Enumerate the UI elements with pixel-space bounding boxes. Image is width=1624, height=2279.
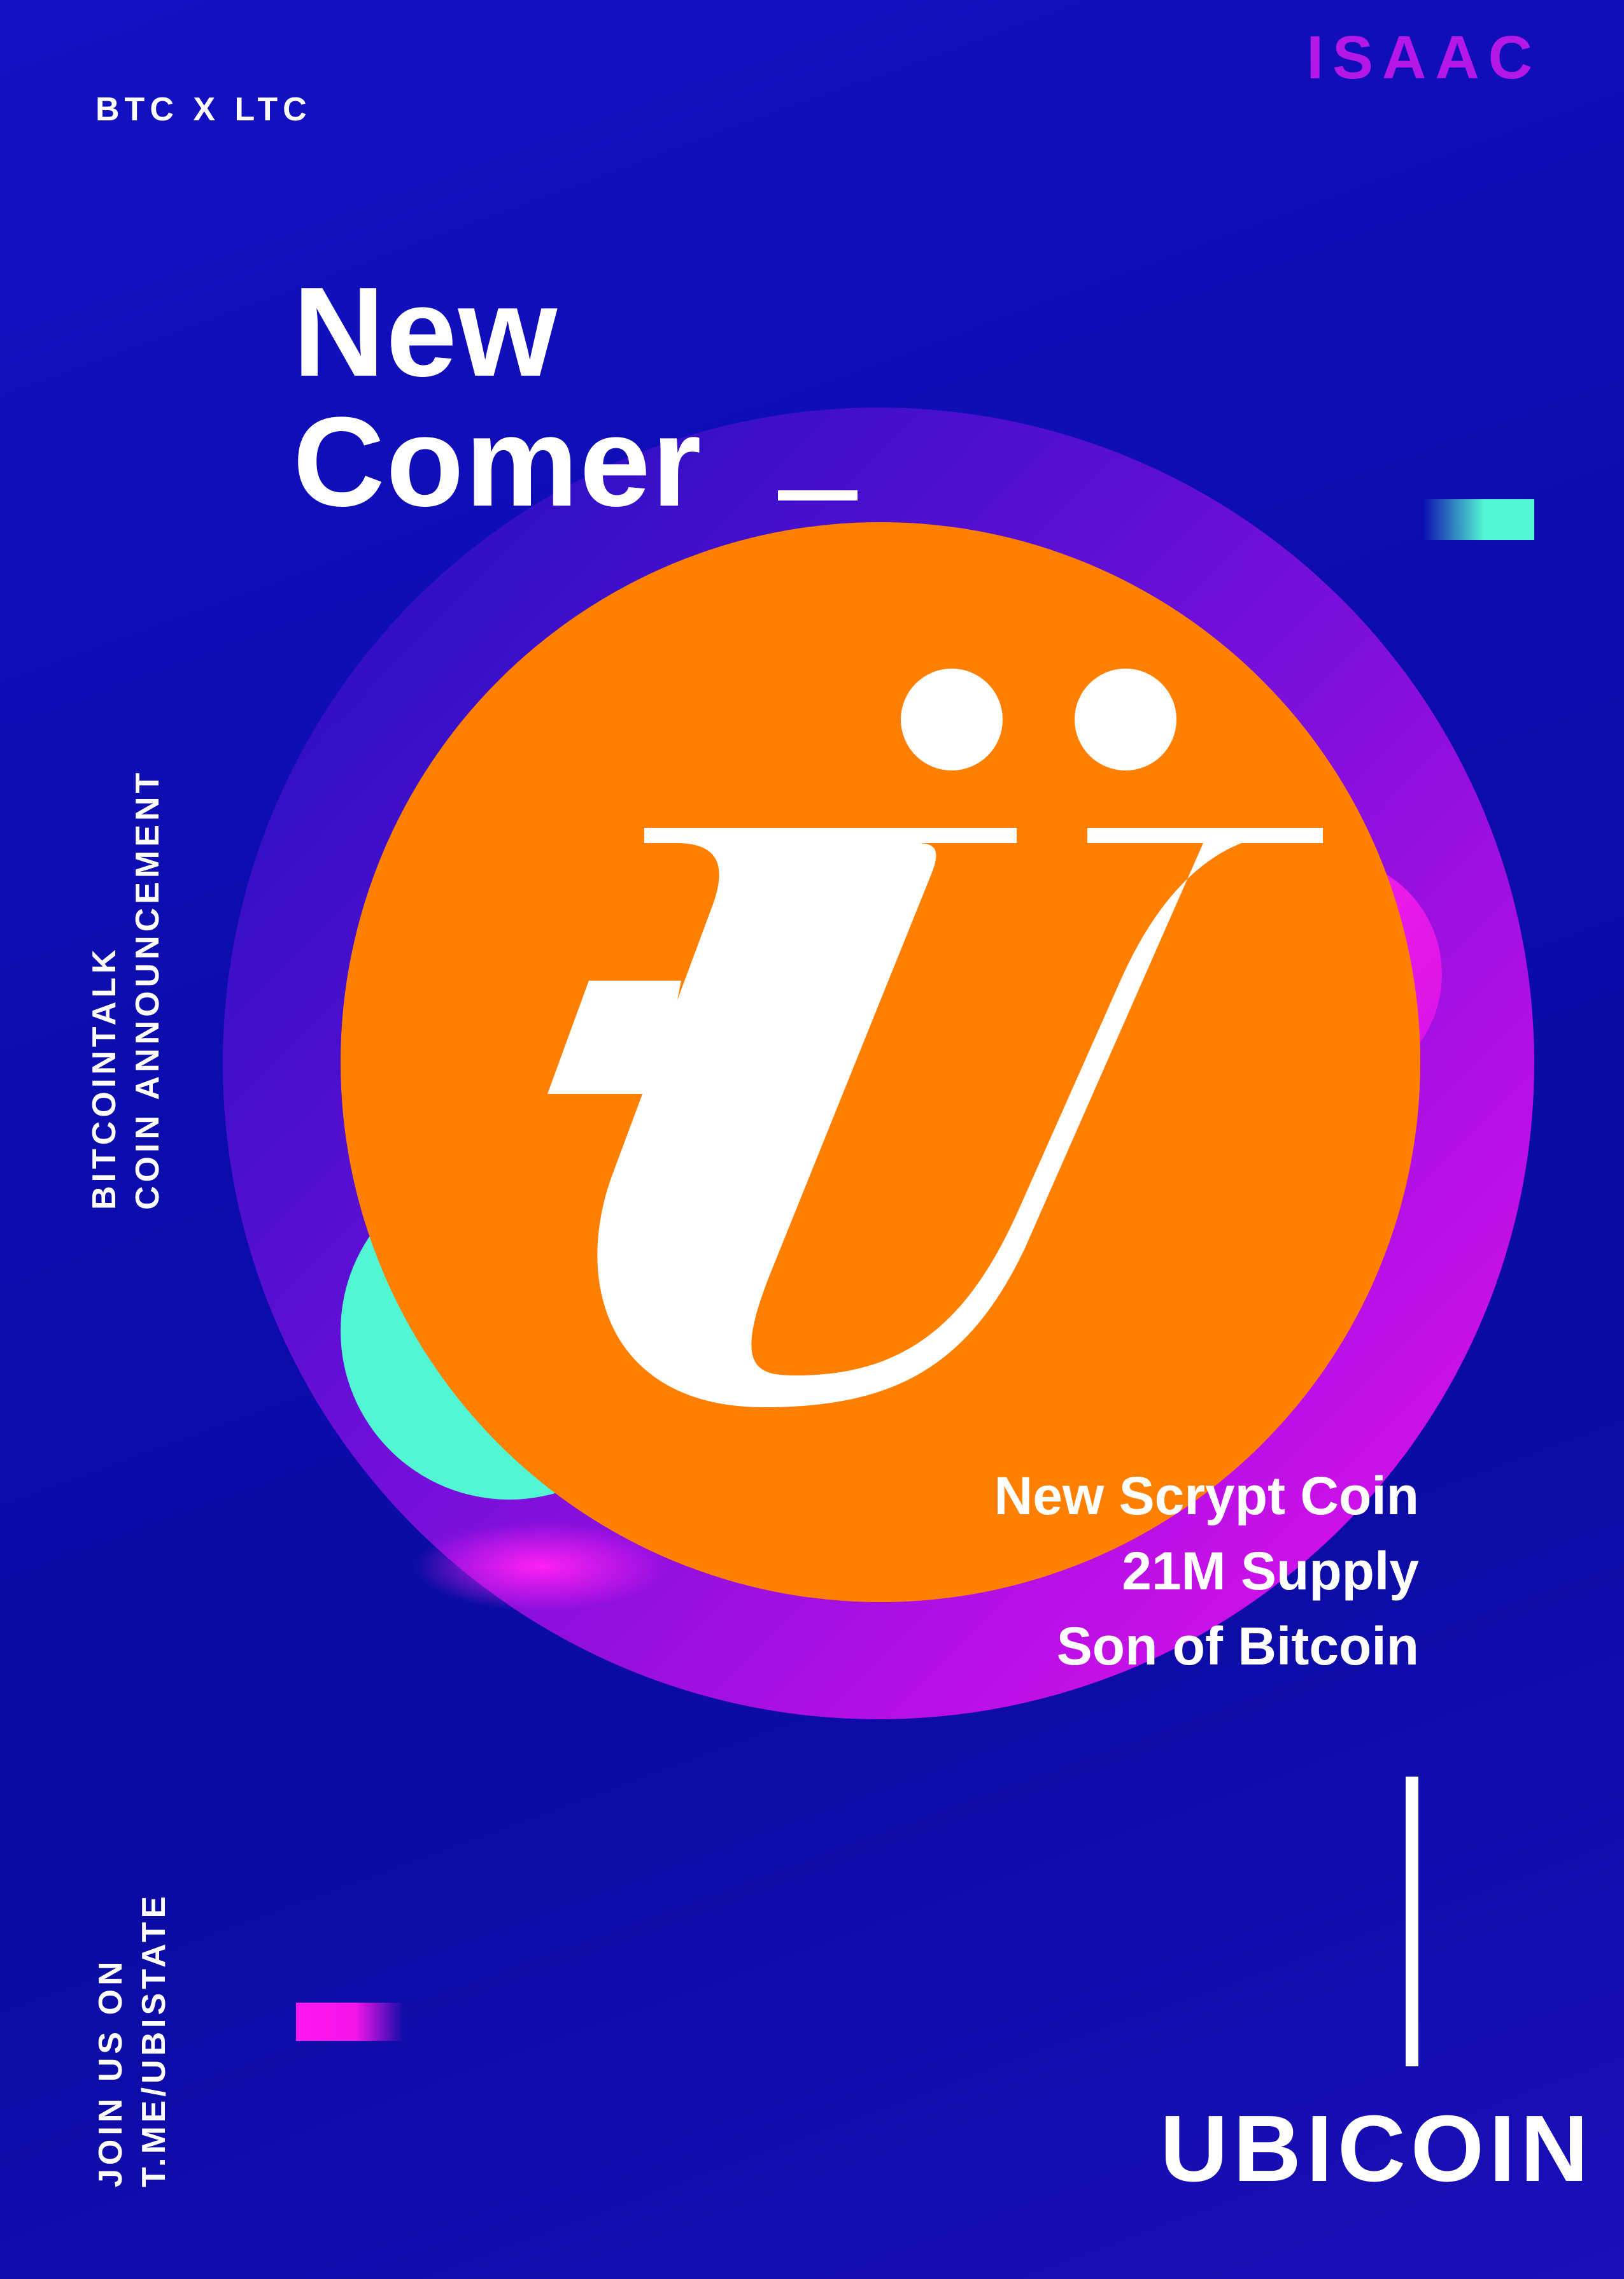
ubicoin-u-umlaut-logo-icon [547,669,1323,1407]
brand-name: UBICOIN [1160,2096,1593,2201]
teal-dash [1423,499,1534,540]
feature-item: New Scrypt Coin [994,1466,1419,1526]
feature-list: New Scrypt Coin 21M Supply Son of Bitcoi… [994,1458,1419,1684]
feature-item: Son of Bitcoin [1056,1616,1419,1676]
join-line2: T.ME/UBISTATE [136,1892,173,2187]
headline-line1: New [293,261,559,403]
headline: New Comer [293,267,703,527]
join-text: JOIN US ON T.ME/UBISTATE [89,1869,176,2187]
magenta-dash [296,2003,404,2041]
author-label: ISAAC [1306,24,1541,92]
announcement-text: BITCOINTALK COIN ANNOUNCEMENT [83,745,169,1210]
headline-line2: Comer [293,391,703,533]
announcement-line2: COIN ANNOUNCEMENT [129,769,166,1210]
feature-item: 21M Supply [1122,1541,1419,1601]
pair-label: BTC X LTC [95,91,312,128]
announcement-line1: BITCOINTALK [86,946,123,1210]
join-line1: JOIN US ON [92,1957,129,2188]
vertical-bar [1406,1777,1418,2066]
cursor-underscore [778,490,858,501]
